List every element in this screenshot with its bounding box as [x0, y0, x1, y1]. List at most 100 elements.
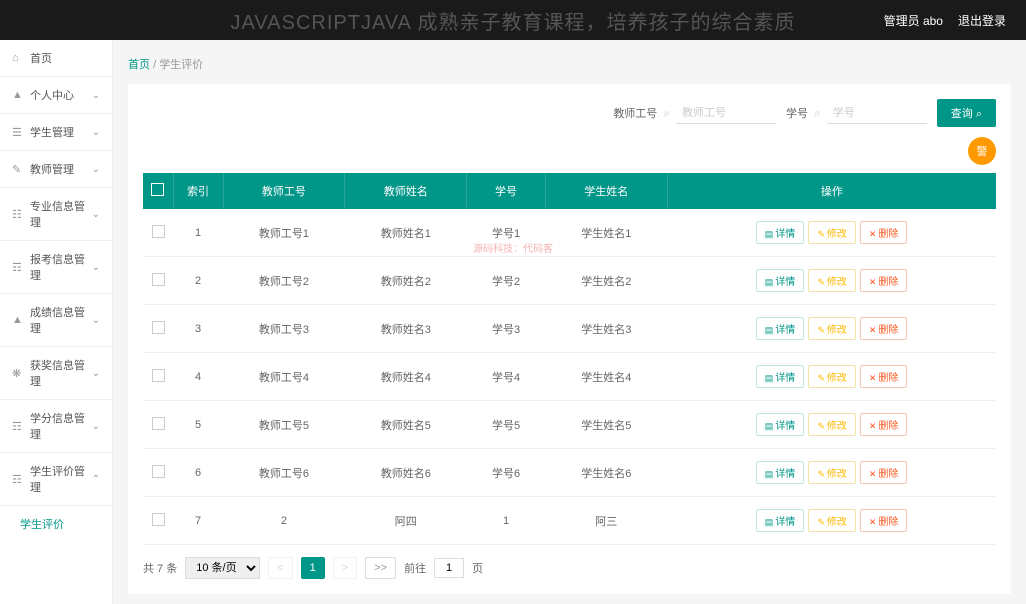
menu-icon: ☶ [12, 261, 24, 273]
menu-icon: ☶ [12, 473, 24, 485]
submenu-student-eval[interactable]: 学生评价 [0, 506, 112, 542]
chevron-icon: ⌄ [92, 421, 100, 432]
table-row: 5教师工号5教师姓名5学号5学生姓名5▤详情✎修改✕删除 [143, 401, 996, 449]
row-checkbox[interactable] [152, 417, 165, 430]
search-icon: ⌕ [663, 106, 670, 121]
chevron-icon: ⌄ [92, 127, 100, 138]
teacher-id-input[interactable] [676, 103, 776, 124]
col-header-0 [143, 173, 173, 209]
row-checkbox[interactable] [152, 321, 165, 334]
pager-next[interactable]: > [333, 557, 357, 579]
edit-button[interactable]: ✎修改 [808, 221, 856, 244]
chevron-icon: ⌄ [92, 368, 100, 379]
breadcrumb-current: 学生评价 [159, 59, 203, 71]
sidebar-item-3[interactable]: ✎教师管理⌄ [0, 151, 112, 188]
pager-page-suffix: 页 [472, 560, 483, 576]
edit-button[interactable]: ✎修改 [808, 461, 856, 484]
sidebar-item-4[interactable]: ☷专业信息管理⌄ [0, 188, 112, 241]
search-icon: ⌕ [814, 106, 821, 121]
row-checkbox[interactable] [152, 369, 165, 382]
detail-button[interactable]: ▤详情 [756, 461, 805, 484]
main-content: 首页 / 学生评价 教师工号 ⌕ 学号 ⌕ 查询 ⌕ 警 索引教师工号 [113, 40, 1026, 604]
sidebar-item-6[interactable]: ▲成绩信息管理⌄ [0, 294, 112, 347]
table-row: 3教师工号3教师姓名3学号3学生姓名3▤详情✎修改✕删除 [143, 305, 996, 353]
breadcrumb: 首页 / 学生评价 [128, 50, 1011, 84]
sidebar: ⌂首页▲个人中心⌄☰学生管理⌄✎教师管理⌄☷专业信息管理⌄☶报考信息管理⌄▲成绩… [0, 40, 113, 604]
detail-button[interactable]: ▤详情 [756, 221, 805, 244]
detail-button[interactable]: ▤详情 [756, 509, 805, 532]
menu-icon: ☰ [12, 126, 24, 138]
pager-last[interactable]: >> [365, 557, 396, 579]
sidebar-item-2[interactable]: ☰学生管理⌄ [0, 114, 112, 151]
col-header-4: 学号 [467, 173, 546, 209]
row-checkbox[interactable] [152, 273, 165, 286]
detail-button[interactable]: ▤详情 [756, 269, 805, 292]
edit-button[interactable]: ✎修改 [808, 317, 856, 340]
menu-icon: ▲ [12, 314, 24, 326]
row-checkbox[interactable] [152, 513, 165, 526]
chevron-icon: ⌄ [92, 164, 100, 175]
sidebar-item-1[interactable]: ▲个人中心⌄ [0, 77, 112, 114]
overlay-title: JAVASCRIPTJAVA 成熟亲子教育课程，培养孩子的综合素质 [0, 0, 1026, 40]
col-header-6: 操作 [667, 173, 996, 209]
col-header-2: 教师工号 [223, 173, 345, 209]
chevron-icon: ⌃ [92, 474, 100, 485]
delete-button[interactable]: ✕删除 [860, 221, 908, 244]
delete-button[interactable]: ✕删除 [860, 461, 908, 484]
sidebar-item-8[interactable]: ☶学分信息管理⌄ [0, 400, 112, 453]
topbar: JAVASCRIPTJAVA 成熟亲子教育课程，培养孩子的综合素质 管理员 ab… [0, 0, 1026, 40]
detail-button[interactable]: ▤详情 [756, 413, 805, 436]
col-header-3: 教师姓名 [345, 173, 467, 209]
chevron-icon: ⌄ [92, 90, 100, 101]
detail-button[interactable]: ▤详情 [756, 317, 805, 340]
teacher-id-label: 教师工号 [613, 105, 657, 121]
menu-icon: ☷ [12, 208, 24, 220]
table-row: 72阿四1阿三▤详情✎修改✕删除 [143, 497, 996, 545]
chevron-icon: ⌄ [92, 262, 100, 273]
sidebar-item-7[interactable]: ❋获奖信息管理⌄ [0, 347, 112, 400]
table-row: 6教师工号6教师姓名6学号6学生姓名6▤详情✎修改✕删除 [143, 449, 996, 497]
menu-icon: ⌂ [12, 52, 24, 64]
edit-button[interactable]: ✎修改 [808, 365, 856, 388]
chevron-icon: ⌄ [92, 209, 100, 220]
table-row: 4教师工号4教师姓名4学号4学生姓名4▤详情✎修改✕删除 [143, 353, 996, 401]
student-id-label: 学号 [786, 105, 808, 121]
delete-button[interactable]: ✕删除 [860, 269, 908, 292]
menu-icon: ▲ [12, 89, 24, 101]
table-row: 2教师工号2教师姓名2学号2学生姓名2▤详情✎修改✕删除 [143, 257, 996, 305]
detail-button[interactable]: ▤详情 [756, 365, 805, 388]
edit-button[interactable]: ✎修改 [808, 413, 856, 436]
logout-link[interactable]: 退出登录 [958, 12, 1006, 29]
pager: 共 7 条 10 条/页 < 1 > >> 前往 页 [143, 545, 996, 579]
row-checkbox[interactable] [152, 465, 165, 478]
edit-button[interactable]: ✎修改 [808, 269, 856, 292]
row-checkbox[interactable] [152, 225, 165, 238]
sidebar-item-5[interactable]: ☶报考信息管理⌄ [0, 241, 112, 294]
pager-goto-label: 前往 [404, 560, 426, 576]
delete-button[interactable]: ✕删除 [860, 317, 908, 340]
delete-button[interactable]: ✕删除 [860, 413, 908, 436]
select-all-checkbox[interactable] [151, 183, 164, 196]
breadcrumb-home[interactable]: 首页 [128, 59, 150, 71]
col-header-5: 学生姓名 [545, 173, 667, 209]
delete-button[interactable]: ✕删除 [860, 365, 908, 388]
pager-total: 共 7 条 [143, 560, 177, 576]
pager-prev[interactable]: < [268, 557, 292, 579]
delete-button[interactable]: ✕删除 [860, 509, 908, 532]
pager-size-select[interactable]: 10 条/页 [185, 557, 260, 579]
warn-button[interactable]: 警 [968, 137, 996, 165]
menu-icon: ☶ [12, 420, 24, 432]
filter-row: 教师工号 ⌕ 学号 ⌕ 查询 ⌕ [143, 99, 996, 127]
pager-page-1[interactable]: 1 [301, 557, 325, 579]
data-table: 索引教师工号教师姓名学号学生姓名操作 1教师工号1教师姓名1学号1学生姓名1▤详… [143, 173, 996, 545]
student-id-input[interactable] [827, 103, 927, 124]
table-row: 1教师工号1教师姓名1学号1学生姓名1▤详情✎修改✕删除 [143, 209, 996, 257]
menu-icon: ❋ [12, 367, 24, 379]
pager-goto-input[interactable] [434, 558, 464, 578]
sidebar-item-0[interactable]: ⌂首页 [0, 40, 112, 77]
menu-icon: ✎ [12, 163, 24, 175]
admin-label[interactable]: 管理员 abo [884, 12, 943, 29]
edit-button[interactable]: ✎修改 [808, 509, 856, 532]
sidebar-item-9[interactable]: ☶学生评价管理⌃ [0, 453, 112, 506]
search-button[interactable]: 查询 ⌕ [937, 99, 996, 127]
